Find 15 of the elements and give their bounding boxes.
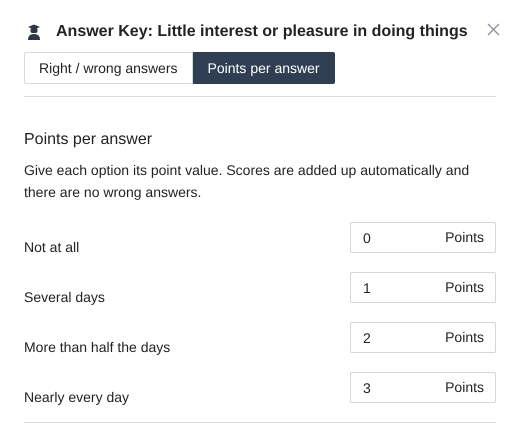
option-label: More than half the days	[24, 339, 170, 355]
tab[interactable]: Points per answer	[192, 52, 335, 84]
dialog-title: Answer Key: Little interest or pleasure in doing things	[56, 23, 469, 41]
close-icon[interactable]	[487, 22, 500, 36]
graduate-icon	[27, 24, 41, 40]
unit-label: Points	[445, 229, 484, 245]
option-label: Not at all	[24, 239, 80, 255]
section-description: Give each option its point value. Scores are added up automatically and there are no wrong answers.	[24, 161, 470, 202]
unit-label: Points	[445, 329, 484, 345]
unit-label: Points	[445, 379, 484, 395]
tab[interactable]: Right / wrong answers	[24, 52, 193, 84]
section-heading: Points per answer	[24, 131, 154, 149]
option-label: Nearly every day	[24, 389, 130, 405]
unit-label: Points	[445, 279, 484, 295]
option-label: Several days	[24, 289, 105, 305]
